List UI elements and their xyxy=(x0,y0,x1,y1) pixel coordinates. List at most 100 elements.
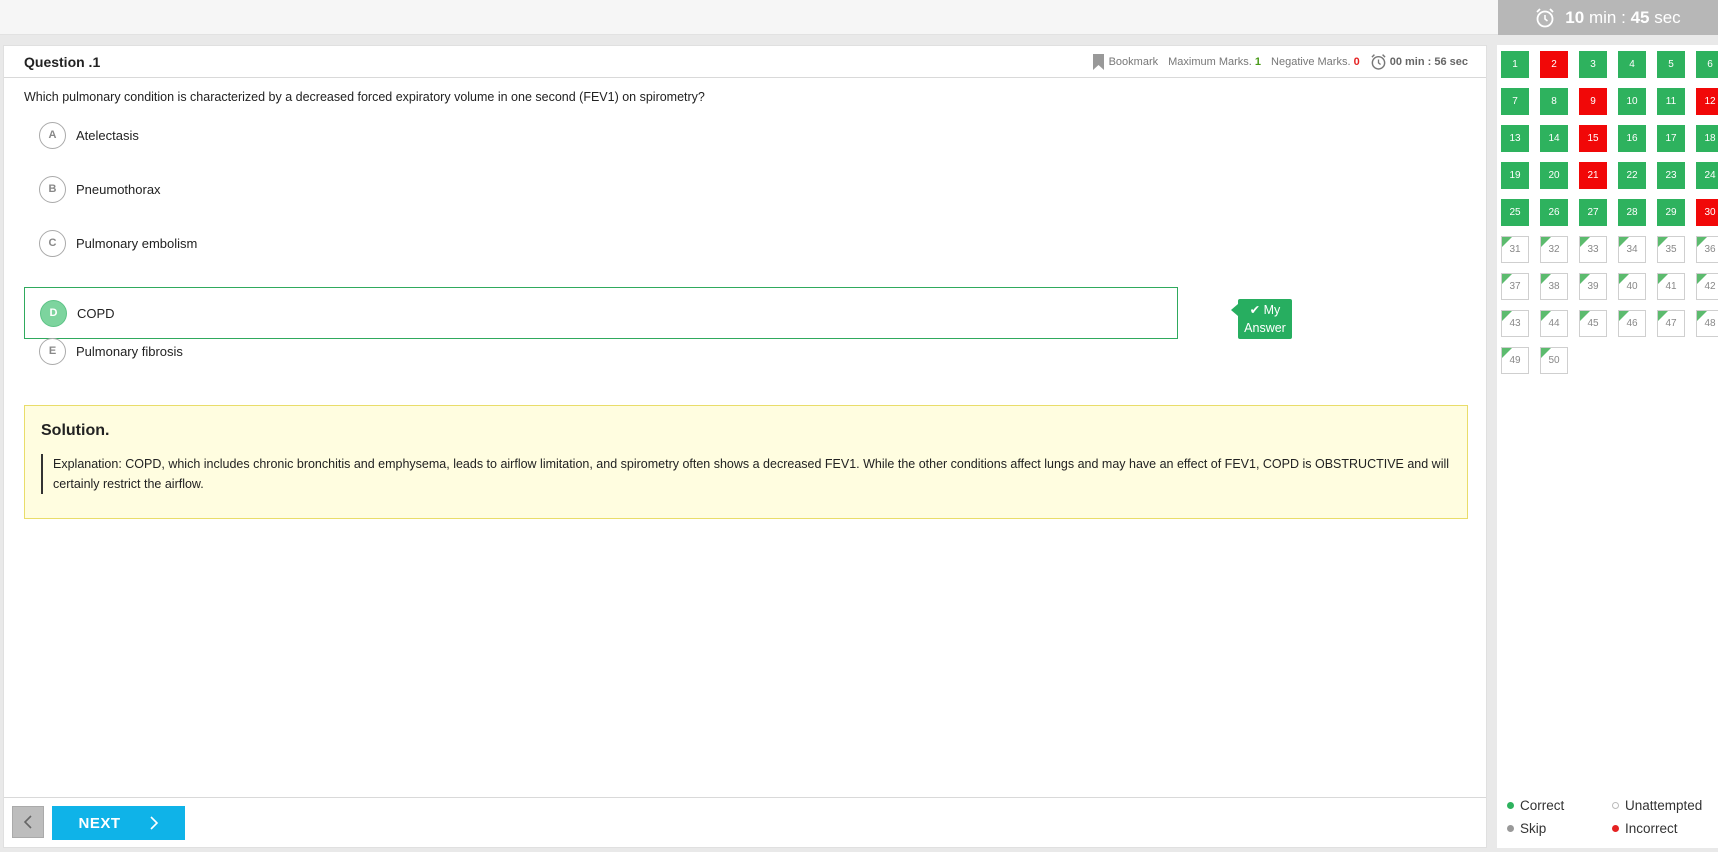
palette-question-button[interactable]: 32 xyxy=(1540,236,1568,263)
solution-box: Solution. Explanation: COPD, which inclu… xyxy=(24,405,1468,519)
timer-sec-unit: sec xyxy=(1654,7,1681,27)
palette-question-button[interactable]: 19 xyxy=(1501,162,1529,189)
palette-question-button[interactable]: 16 xyxy=(1618,125,1646,152)
question-panel: Question .1 Bookmark Maximum Marks. 1 Ne… xyxy=(3,45,1487,848)
palette-question-button[interactable]: 27 xyxy=(1579,199,1607,226)
palette-question-button[interactable]: 23 xyxy=(1657,162,1685,189)
palette-question-button[interactable]: 36 xyxy=(1696,236,1718,263)
palette-question-button[interactable]: 10 xyxy=(1618,88,1646,115)
palette-question-button[interactable]: 40 xyxy=(1618,273,1646,300)
palette-legend: Correct Unattempted Skip Incorrect xyxy=(1507,798,1717,836)
option-e[interactable]: E Pulmonary fibrosis xyxy=(24,325,1178,377)
palette-question-button[interactable]: 11 xyxy=(1657,88,1685,115)
question-timer: 00 min : 56 sec xyxy=(1370,53,1468,71)
legend-incorrect-label: Incorrect xyxy=(1625,821,1678,836)
palette-question-button[interactable]: 22 xyxy=(1618,162,1646,189)
palette-question-button[interactable]: 21 xyxy=(1579,162,1607,189)
palette-question-button[interactable]: 1 xyxy=(1501,51,1529,78)
hollow-dot-icon xyxy=(1612,802,1619,809)
palette-question-button[interactable]: 34 xyxy=(1618,236,1646,263)
question-meta: Bookmark Maximum Marks. 1 Negative Marks… xyxy=(1092,46,1468,78)
option-letter: C xyxy=(39,229,66,257)
negative-marks-value: 0 xyxy=(1353,56,1360,68)
option-text: COPD xyxy=(77,305,115,321)
palette-grid: 1 2 3 4 5 6 7 8 9 10 11 12 13 14 15 16 17 18 19 20 21 22 23 24 2… xyxy=(1501,51,1718,374)
option-text: Pneumothorax xyxy=(76,181,161,197)
option-a[interactable]: A Atelectasis xyxy=(24,109,1178,161)
solution-explanation: Explanation: COPD, which includes chroni… xyxy=(41,454,1451,494)
legend-skip-label: Skip xyxy=(1520,821,1547,836)
palette-question-button[interactable]: 39 xyxy=(1579,273,1607,300)
palette-question-button[interactable]: 30 xyxy=(1696,199,1718,226)
option-c[interactable]: C Pulmonary embolism xyxy=(24,217,1178,269)
bookmark-button[interactable]: Bookmark xyxy=(1092,54,1159,70)
option-text: Atelectasis xyxy=(76,127,139,143)
option-b[interactable]: B Pneumothorax xyxy=(24,163,1178,215)
bookmark-label: Bookmark xyxy=(1108,56,1159,68)
palette-question-button[interactable]: 15 xyxy=(1579,125,1607,152)
global-timer: 10 min : 45 sec xyxy=(1498,0,1718,35)
palette-question-button[interactable]: 47 xyxy=(1657,310,1685,337)
palette-question-button[interactable]: 8 xyxy=(1540,88,1568,115)
solution-title: Solution. xyxy=(41,422,110,439)
legend-correct-label: Correct xyxy=(1520,798,1565,813)
palette-question-button[interactable]: 6 xyxy=(1696,51,1718,78)
question-footer: NEXT xyxy=(4,797,1486,847)
chevron-right-icon xyxy=(149,816,158,830)
palette-question-button[interactable]: 45 xyxy=(1579,310,1607,337)
palette-question-button[interactable]: 28 xyxy=(1618,199,1646,226)
palette-question-button[interactable]: 14 xyxy=(1540,125,1568,152)
palette-question-button[interactable]: 9 xyxy=(1579,88,1607,115)
palette-question-button[interactable]: 5 xyxy=(1657,51,1685,78)
palette-question-button[interactable]: 42 xyxy=(1696,273,1718,300)
timer-minutes: 10 xyxy=(1565,7,1585,27)
timer-seconds: 45 xyxy=(1630,7,1650,27)
palette-question-button[interactable]: 41 xyxy=(1657,273,1685,300)
palette-question-button[interactable]: 31 xyxy=(1501,236,1529,263)
palette-question-button[interactable]: 12 xyxy=(1696,88,1718,115)
grey-dot-icon xyxy=(1507,825,1514,832)
palette-question-button[interactable]: 3 xyxy=(1579,51,1607,78)
palette-question-button[interactable]: 49 xyxy=(1501,347,1529,374)
palette-question-button[interactable]: 48 xyxy=(1696,310,1718,337)
top-bar: 10 min : 45 sec xyxy=(0,0,1718,35)
palette-question-button[interactable]: 44 xyxy=(1540,310,1568,337)
palette-question-button[interactable]: 24 xyxy=(1696,162,1718,189)
palette-question-button[interactable]: 46 xyxy=(1618,310,1646,337)
next-label: NEXT xyxy=(78,814,121,832)
palette-question-button[interactable]: 35 xyxy=(1657,236,1685,263)
palette-question-button[interactable]: 37 xyxy=(1501,273,1529,300)
option-letter: B xyxy=(39,175,66,203)
palette-question-button[interactable]: 26 xyxy=(1540,199,1568,226)
palette-question-button[interactable]: 25 xyxy=(1501,199,1529,226)
palette-question-button[interactable]: 20 xyxy=(1540,162,1568,189)
my-answer-label-line1: My xyxy=(1263,303,1281,317)
bookmark-icon xyxy=(1092,54,1104,70)
palette-question-button[interactable]: 50 xyxy=(1540,347,1568,374)
green-dot-icon xyxy=(1507,802,1514,809)
my-answer-label-line2: Answer xyxy=(1244,321,1286,335)
palette-question-button[interactable]: 17 xyxy=(1657,125,1685,152)
option-text: Pulmonary fibrosis xyxy=(76,343,183,359)
palette-question-button[interactable]: 38 xyxy=(1540,273,1568,300)
previous-button[interactable] xyxy=(12,806,44,838)
palette-question-button[interactable]: 7 xyxy=(1501,88,1529,115)
alarm-clock-icon xyxy=(1536,7,1554,27)
option-text: Pulmonary embolism xyxy=(76,235,198,251)
palette-question-button[interactable]: 29 xyxy=(1657,199,1685,226)
palette-question-button[interactable]: 4 xyxy=(1618,51,1646,78)
palette-question-button[interactable]: 43 xyxy=(1501,310,1529,337)
negative-marks-label: Negative Marks. xyxy=(1271,56,1351,68)
palette-question-button[interactable]: 2 xyxy=(1540,51,1568,78)
palette-question-button[interactable]: 33 xyxy=(1579,236,1607,263)
legend-incorrect: Incorrect xyxy=(1612,821,1717,836)
legend-correct: Correct xyxy=(1507,798,1612,813)
red-dot-icon xyxy=(1612,825,1619,832)
palette-question-button[interactable]: 13 xyxy=(1501,125,1529,152)
palette-question-button[interactable]: 18 xyxy=(1696,125,1718,152)
legend-skip: Skip xyxy=(1507,821,1612,836)
max-marks: Maximum Marks. 1 xyxy=(1168,56,1261,68)
max-marks-value: 1 xyxy=(1254,56,1262,68)
next-button[interactable]: NEXT xyxy=(52,806,185,840)
quiz-review-app: 10 min : 45 sec Question .1 Bookmark Max… xyxy=(0,0,1718,852)
